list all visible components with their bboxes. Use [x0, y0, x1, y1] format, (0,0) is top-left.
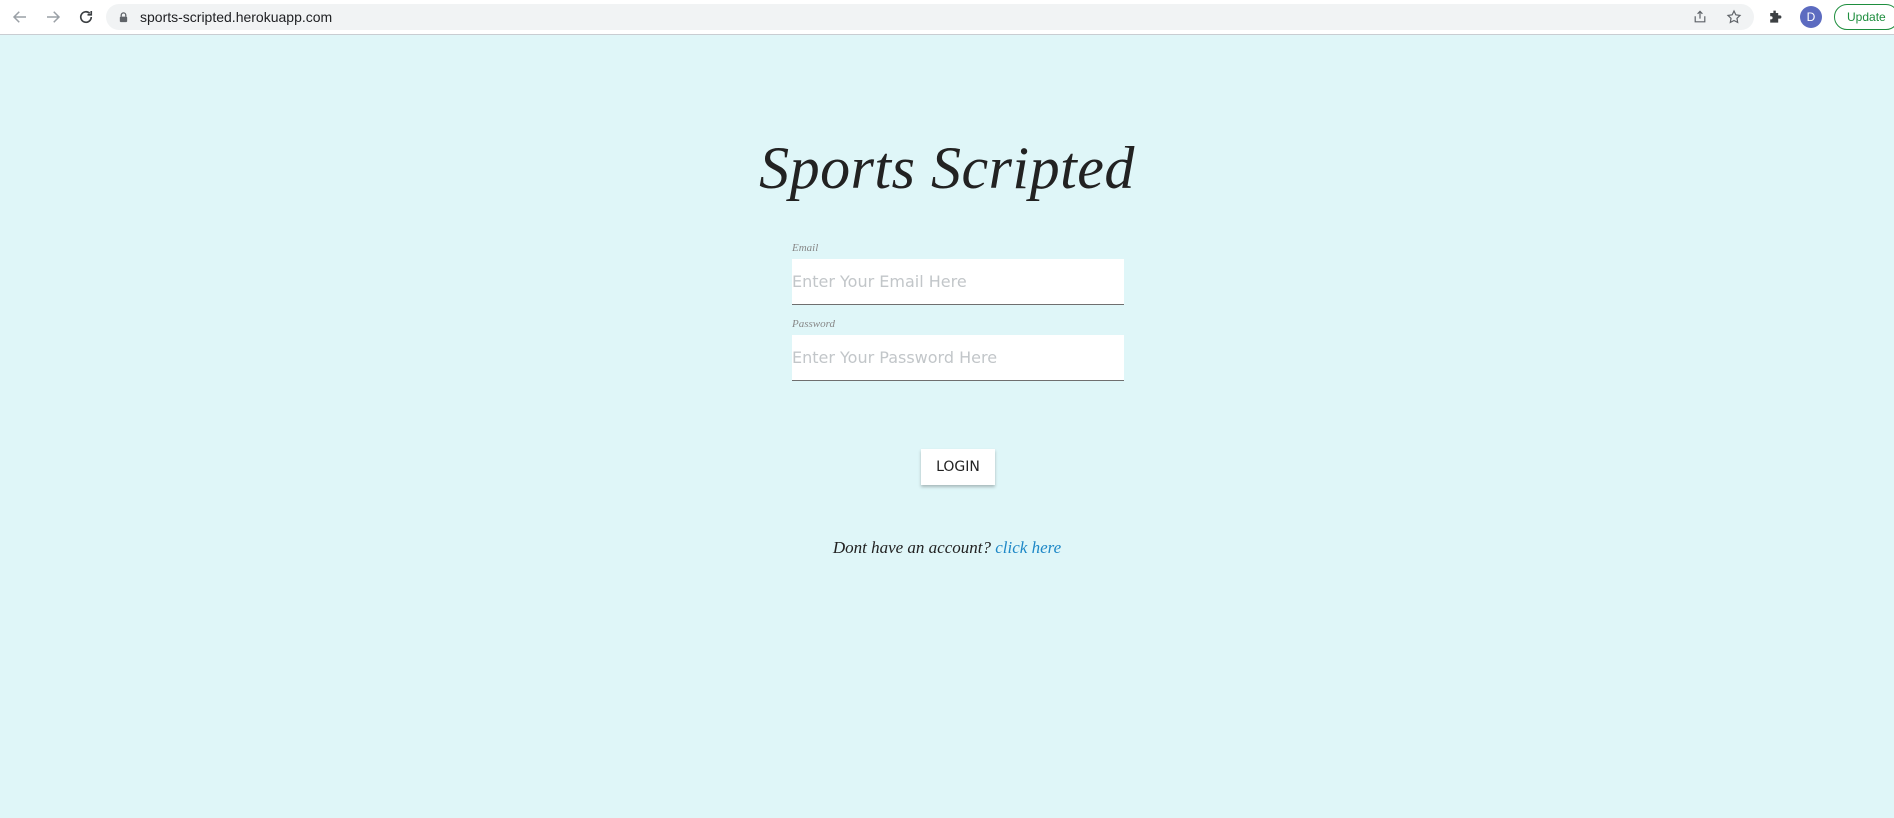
address-bar[interactable]: sports-scripted.herokuapp.com	[106, 4, 1754, 30]
signup-link[interactable]: click here	[995, 538, 1061, 557]
forward-arrow-icon[interactable]	[37, 1, 69, 33]
email-field[interactable]	[792, 259, 1124, 305]
reload-icon[interactable]	[70, 1, 102, 33]
lock-icon	[118, 11, 130, 23]
password-label: Password	[792, 318, 835, 330]
email-label: Email	[792, 242, 819, 254]
signup-text: Dont have an account?	[832, 538, 991, 557]
login-button[interactable]: LOGIN	[921, 449, 995, 485]
url-text[interactable]: sports-scripted.herokuapp.com	[140, 9, 332, 25]
extensions-icon[interactable]	[1762, 4, 1788, 30]
share-icon[interactable]	[1690, 7, 1710, 27]
back-arrow-icon[interactable]	[4, 1, 36, 33]
login-form: Email Password	[792, 242, 1124, 381]
signup-prompt: Dont have an account? click here	[0, 538, 1894, 558]
star-icon[interactable]	[1724, 7, 1744, 27]
page-title: Sports Scripted	[759, 135, 1135, 201]
avatar[interactable]: D	[1800, 6, 1822, 28]
browser-toolbar: sports-scripted.herokuapp.com D Update	[0, 0, 1894, 35]
password-field[interactable]	[792, 335, 1124, 381]
update-button[interactable]: Update	[1834, 4, 1894, 30]
